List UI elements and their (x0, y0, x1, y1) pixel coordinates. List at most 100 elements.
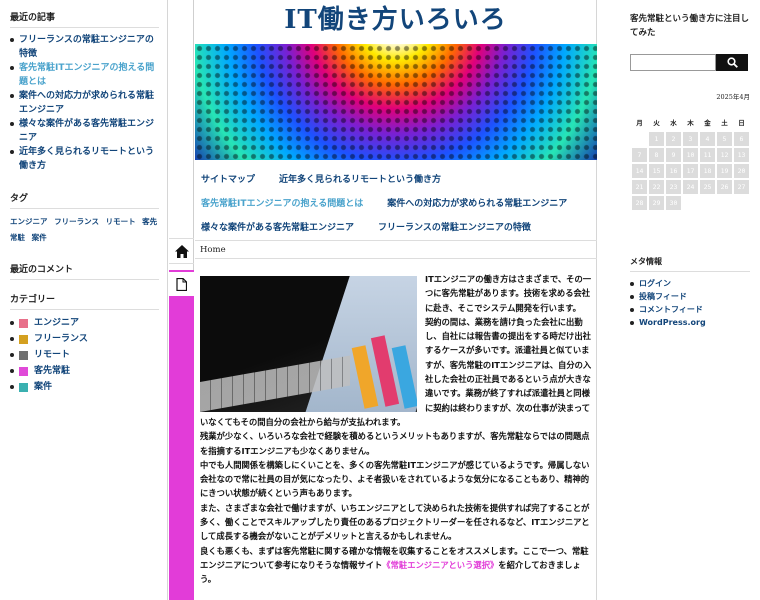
accent-bar (169, 270, 194, 600)
weekday-label: 火 (653, 118, 660, 127)
category-label[interactable]: リモート (34, 347, 70, 363)
paragraph: 良くも悪くも、まずは客先常駐に関する確かな情報を収集することをオススメします。こ… (200, 544, 592, 587)
meta-link-comments-feed[interactable]: コメントフィード (630, 303, 750, 316)
calendar-day: 16 (666, 164, 681, 178)
calendar-day: 26 (717, 180, 732, 194)
calendar-week: 7 8 9 10 11 12 13 (632, 148, 749, 162)
paragraph: 残業が少なく、いろいろな会社で経験を積めるというメリットもありますが、客先常駐な… (200, 431, 590, 456)
nav-row: サイトマップ 近年多く見られるリモートという働き方 (201, 170, 595, 190)
nav-row: 客先常駐ITエンジニアの抱える問題とは 案件への対応力が求められる常駐エンジニア (201, 194, 595, 214)
calendar-day: 12 (717, 148, 732, 162)
meta-link-login[interactable]: ログイン (630, 277, 750, 290)
breadcrumb: Home (195, 240, 597, 259)
calendar-header-row: 月 火 水 木 金 土 日 (632, 113, 749, 130)
home-icon (174, 244, 189, 258)
calendar-day: 1 (649, 132, 664, 146)
calendar-day: 29 (649, 196, 664, 210)
category-item[interactable]: 客先常駐 (10, 363, 159, 379)
icon-column (169, 0, 194, 600)
calendar-day: 13 (734, 148, 749, 162)
left-sidebar: 最近の記事 フリーランスの常駐エンジニアの特徴 客先常駐ITエンジニアの抱える問… (0, 0, 168, 600)
calendar-day: 6 (734, 132, 749, 146)
category-color-swatch (19, 382, 28, 392)
category-color-swatch (19, 350, 28, 360)
nav-link-current[interactable]: 客先常駐ITエンジニアの抱える問題とは (201, 194, 363, 214)
weekday-label: 金 (704, 118, 711, 127)
category-color-swatch (19, 366, 28, 376)
calendar-day: 21 (632, 180, 647, 194)
calendar-caption: 2025年4月 (716, 93, 750, 101)
calendar-day (734, 196, 749, 210)
calendar-week: 14 15 16 17 18 19 20 (632, 164, 749, 178)
tag-cloud[interactable]: エンジニア フリーランス リモート 客先常駐 案件 (10, 214, 159, 246)
calendar-day (683, 196, 698, 210)
calendar-day: 28 (632, 196, 647, 210)
calendar-week: 28 29 30 (632, 196, 749, 210)
meta-link-wordpress[interactable]: WordPress.org (630, 316, 750, 329)
bullet (10, 385, 14, 389)
category-label[interactable]: フリーランス (34, 331, 88, 347)
calendar-day: 3 (683, 132, 698, 146)
recent-posts-title: 最近の記事 (10, 10, 159, 28)
calendar-day: 15 (649, 164, 664, 178)
calendar-day: 8 (649, 148, 664, 162)
recent-post-link[interactable]: フリーランスの常駐エンジニアの特徴 (10, 33, 159, 61)
nav-link[interactable]: 近年多く見られるリモートという働き方 (279, 170, 441, 190)
recent-post-link[interactable]: 近年多く見られるリモートという働き方 (10, 145, 159, 173)
tags-widget: タグ エンジニア フリーランス リモート 客先常駐 案件 (10, 191, 159, 246)
category-label[interactable]: 案件 (34, 379, 52, 395)
recent-post-link[interactable]: 客先常駐ITエンジニアの抱える問題とは (10, 61, 159, 89)
search-input[interactable] (630, 54, 716, 71)
nav-link[interactable]: 様々な案件がある客先常駐エンジニア (201, 218, 354, 238)
nav-link[interactable]: フリーランスの常駐エンジニアの特徴 (378, 218, 531, 238)
category-label[interactable]: 客先常駐 (34, 363, 70, 379)
category-item[interactable]: フリーランス (10, 331, 159, 347)
weekday-label: 月 (636, 118, 643, 127)
external-site-link[interactable]: 《常駐エンジニアという選択》 (382, 560, 498, 570)
bullet (10, 353, 14, 357)
calendar-day (632, 132, 647, 146)
category-item[interactable]: リモート (10, 347, 159, 363)
document-icon (176, 277, 187, 291)
calendar-day: 20 (734, 164, 749, 178)
meta-widget: メタ情報 ログイン 投稿フィード コメントフィード WordPress.org (630, 256, 750, 329)
nav-link[interactable]: 案件への対応力が求められる常駐エンジニア (387, 194, 567, 214)
meta-link-entries-feed[interactable]: 投稿フィード (630, 290, 750, 303)
recent-post-link[interactable]: 案件への対応力が求められる常駐エンジニア (10, 89, 159, 117)
calendar-week: 21 22 23 24 25 26 27 (632, 180, 749, 194)
paragraph: また、さまざまな会社で働けますが、いちエンジニアとして決められた技術を提供すれば… (200, 502, 590, 542)
sidebar-heading: 客先常駐という働き方に注目してみた (630, 14, 750, 38)
breadcrumb-home[interactable]: Home (200, 245, 226, 255)
article-body: ITエンジニアの働き方はさまざまで、その一つに客先常駐があります。技術を求める会… (200, 272, 592, 587)
calendar-day: 2 (666, 132, 681, 146)
bullet (10, 337, 14, 341)
calendar-day: 11 (700, 148, 715, 162)
weekday-label: 水 (670, 118, 677, 127)
calendar-day: 23 (666, 180, 681, 194)
recent-post-link[interactable]: 様々な案件がある客先常駐エンジニア (10, 117, 159, 145)
recent-comments-widget: 最近のコメント (10, 262, 159, 280)
category-item[interactable]: エンジニア (10, 315, 159, 331)
calendar-day: 4 (700, 132, 715, 146)
calendar-day: 18 (700, 164, 715, 178)
category-color-swatch (19, 334, 28, 344)
nav-row: 様々な案件がある客先常駐エンジニア フリーランスの常駐エンジニアの特徴 (201, 218, 595, 238)
nav-link-sitemap[interactable]: サイトマップ (201, 170, 255, 190)
paragraph: 中でも人間関係を構築しにくいことを、多くの客先常駐ITエンジニアが感じているよう… (200, 459, 590, 499)
category-label[interactable]: エンジニア (34, 315, 79, 331)
calendar-day: 22 (649, 180, 664, 194)
calendar-day: 19 (717, 164, 732, 178)
search-button[interactable] (716, 54, 748, 71)
category-color-swatch (19, 318, 28, 328)
calendar-day: 5 (717, 132, 732, 146)
calendar-day: 9 (666, 148, 681, 162)
site-title[interactable]: IT働き方いろいろ (195, 0, 596, 44)
article-thumbnail-image (200, 276, 417, 412)
calendar-day: 17 (683, 164, 698, 178)
main-content: IT働き方いろいろ サイトマップ 近年多く見られるリモートという働き方 客先常駐… (195, 0, 597, 600)
bullet (10, 321, 14, 325)
calendar-day: 30 (666, 196, 681, 210)
category-item[interactable]: 案件 (10, 379, 159, 395)
home-button[interactable] (169, 238, 194, 264)
categories-title: カテゴリー (10, 292, 159, 310)
